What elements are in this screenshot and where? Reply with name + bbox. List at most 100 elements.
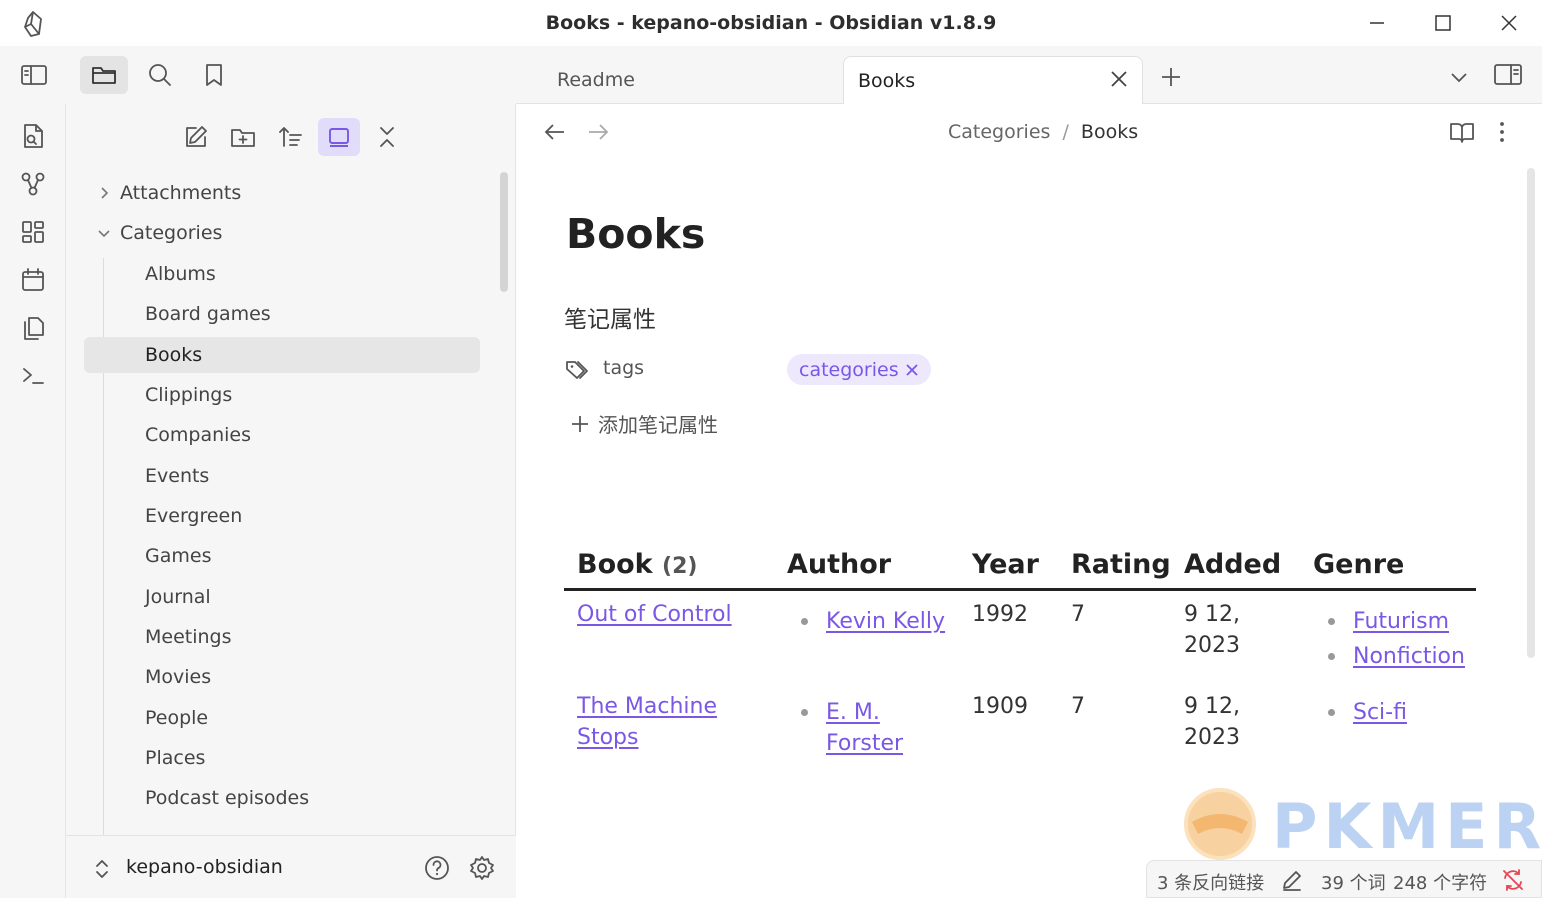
editor-scrollbar[interactable] [1527, 168, 1535, 658]
tree-item-label: Clippings [145, 384, 233, 406]
tree-file-podcast-episodes[interactable]: Podcast episodes [84, 780, 480, 816]
author-link[interactable]: E. M. [826, 700, 880, 725]
vault-name[interactable]: kepano-obsidian [126, 856, 283, 878]
left-sidebar-header [0, 46, 516, 104]
new-note-button[interactable] [175, 118, 217, 156]
added-year-line: 2023 [1184, 633, 1240, 658]
reading-view-button[interactable] [1448, 119, 1476, 145]
table-row-1-added: 9 12, 2023 [1184, 599, 1240, 661]
table-header-rule [564, 588, 1476, 591]
column-header-book[interactable]: Book (2) [577, 549, 697, 580]
plus-icon [572, 415, 588, 432]
vault-switcher-toggle[interactable] [92, 858, 112, 880]
tree-item-label: Evergreen [145, 505, 243, 527]
tree-file-people[interactable]: People [84, 700, 480, 736]
tag-pill[interactable]: categories [787, 354, 931, 385]
search-icon [149, 64, 171, 86]
new-tab-button[interactable] [1159, 65, 1183, 89]
list-bullet [1328, 618, 1335, 625]
insert-template-button[interactable] [16, 311, 50, 345]
settings-button[interactable] [468, 854, 496, 882]
book-link[interactable]: Out of Control [577, 602, 732, 627]
search-view-button[interactable] [136, 56, 184, 94]
open-quick-switcher-button[interactable] [16, 119, 50, 153]
tree-file-evergreen[interactable]: Evergreen [84, 498, 480, 534]
tree-file-games[interactable]: Games [84, 538, 480, 574]
tree-item-label: Companies [145, 424, 252, 446]
open-graph-view-button[interactable] [16, 167, 50, 201]
column-header-year[interactable]: Year [972, 549, 1039, 580]
note-title[interactable]: Books [566, 210, 705, 258]
files-view-button[interactable] [80, 56, 128, 94]
navigate-back-button[interactable] [543, 121, 567, 143]
column-header-rating[interactable]: Rating [1071, 549, 1171, 580]
tag-pill-label: categories [799, 358, 899, 381]
tree-file-movies[interactable]: Movies [84, 659, 480, 695]
book-link[interactable]: Stops [577, 725, 638, 750]
table-row-1-book[interactable]: Out of Control [577, 599, 732, 630]
tree-file-clippings[interactable]: Clippings [84, 377, 480, 413]
open-daily-note-button[interactable] [16, 263, 50, 297]
collapse-all-button[interactable] [366, 118, 408, 156]
explorer-scrollbar[interactable] [500, 172, 508, 292]
tree-folder-categories[interactable]: Categories [84, 215, 480, 251]
navigate-forward-button[interactable] [586, 121, 610, 143]
toggle-right-sidebar-button[interactable] [1493, 62, 1523, 88]
table-row-1-author[interactable]: Kevin Kelly [826, 606, 945, 637]
maximize-button[interactable] [1427, 8, 1459, 38]
tree-file-albums[interactable]: Albums [84, 256, 480, 292]
close-tab-icon[interactable] [1108, 68, 1130, 90]
edit-icon [186, 126, 207, 147]
tree-file-meetings[interactable]: Meetings [84, 619, 480, 655]
tree-file-places[interactable]: Places [84, 740, 480, 776]
tab-books[interactable]: Books [843, 56, 1143, 104]
table-row-2-genre-1[interactable]: Sci-fi [1353, 697, 1407, 728]
column-header-genre[interactable]: Genre [1313, 549, 1404, 580]
genre-link[interactable]: Futurism [1353, 609, 1449, 634]
tab-label: Readme [557, 69, 635, 91]
tree-file-events[interactable]: Events [84, 458, 480, 494]
tab-readme[interactable]: Readme [543, 56, 841, 104]
tree-file-board-games[interactable]: Board games [84, 296, 480, 332]
change-sort-order-button[interactable] [270, 118, 312, 156]
remove-tag-icon[interactable] [905, 363, 919, 377]
open-command-palette-button[interactable] [16, 359, 50, 393]
bookmarks-view-button[interactable] [190, 56, 238, 94]
open-canvas-button[interactable] [16, 215, 50, 249]
table-row-2-author[interactable]: E. M. Forster [826, 697, 903, 759]
toggle-left-sidebar-button[interactable] [10, 56, 58, 94]
help-circle-icon [425, 856, 449, 880]
close-window-button[interactable] [1493, 8, 1525, 38]
breadcrumb-parent[interactable]: Categories [948, 121, 1050, 143]
book-link[interactable]: The Machine [577, 694, 717, 719]
breadcrumb-current[interactable]: Books [1081, 121, 1138, 143]
author-link[interactable]: Forster [826, 731, 903, 756]
sidebar-right-icon [1494, 64, 1522, 85]
sync-error-icon[interactable] [1501, 868, 1525, 892]
auto-reveal-file-button[interactable] [318, 118, 360, 156]
column-header-added[interactable]: Added [1184, 549, 1281, 580]
tree-folder-attachments[interactable]: Attachments [84, 175, 480, 211]
backlinks-count[interactable]: 3 条反向链接 [1157, 869, 1264, 895]
more-options-button[interactable] [1492, 120, 1512, 144]
author-link[interactable]: Kevin Kelly [826, 609, 945, 634]
table-row-1-genre-1[interactable]: Futurism [1353, 606, 1449, 637]
tab-list-dropdown[interactable] [1448, 66, 1470, 88]
property-name-tags[interactable]: tags [603, 357, 644, 379]
add-property-button[interactable]: 添加笔记属性 [570, 409, 718, 438]
table-row-2-book[interactable]: The Machine Stops [577, 691, 717, 753]
tree-file-companies[interactable]: Companies [84, 417, 480, 453]
pencil-icon[interactable] [1281, 869, 1303, 891]
genre-link[interactable]: Sci-fi [1353, 700, 1407, 725]
chevrons-up-down-icon [96, 860, 108, 878]
new-folder-button[interactable] [222, 118, 264, 156]
add-property-label: 添加笔记属性 [598, 413, 718, 437]
help-button[interactable] [423, 854, 451, 882]
column-header-author[interactable]: Author [787, 549, 891, 580]
folder-plus-icon [231, 129, 255, 147]
minimize-button[interactable] [1361, 8, 1393, 38]
genre-link[interactable]: Nonfiction [1353, 644, 1465, 669]
tree-file-books[interactable]: Books [84, 337, 480, 373]
tree-file-journal[interactable]: Journal [84, 579, 480, 615]
table-row-1-genre-2[interactable]: Nonfiction [1353, 641, 1465, 672]
